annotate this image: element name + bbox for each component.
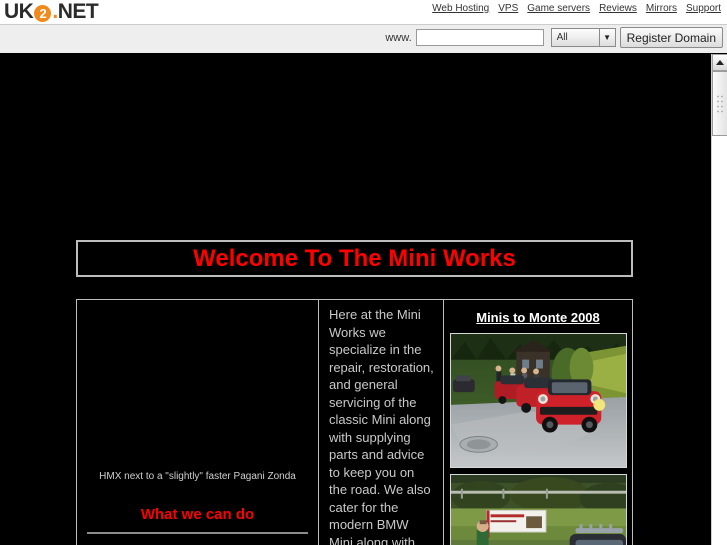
divider	[87, 532, 308, 534]
nav-link-web-hosting[interactable]: Web Hosting	[432, 3, 489, 14]
right-column: Minis to Monte 2008	[444, 299, 633, 545]
vertical-scrollbar[interactable]	[711, 54, 727, 545]
minis-to-monte-heading: Minis to Monte 2008	[476, 310, 600, 325]
browser-page: UK 2 . NET Web Hosting VPS Game servers …	[0, 0, 727, 545]
tld-select[interactable]: All	[550, 28, 599, 47]
mini-meet-photo	[449, 474, 627, 545]
nav-link-support[interactable]: Support	[686, 3, 721, 14]
hmx-zonda-photo	[77, 300, 318, 468]
arrow-up-icon	[716, 60, 724, 65]
scrollbar-grip-icon	[716, 94, 725, 114]
www-prefix-label: www.	[385, 31, 412, 44]
content-layout-table: HMX next to a "slightly" faster Pagani Z…	[76, 299, 633, 545]
banner-top-row: UK 2 . NET Web Hosting VPS Game servers …	[0, 0, 727, 24]
welcome-banner: Welcome To The Mini Works	[76, 240, 633, 277]
logo-suffix: NET	[57, 0, 99, 23]
scrollbar-thumb[interactable]	[712, 71, 727, 136]
uk2net-logo[interactable]: UK 2 . NET	[4, 0, 99, 24]
nav-link-mirrors[interactable]: Mirrors	[646, 3, 677, 14]
intro-paragraph: Here at the Mini Works we specialize in …	[329, 307, 434, 545]
nav-link-reviews[interactable]: Reviews	[599, 3, 637, 14]
globe-icon: 2	[34, 4, 52, 22]
left-column: HMX next to a "slightly" faster Pagani Z…	[76, 299, 319, 545]
register-domain-button[interactable]: Register Domain	[619, 27, 723, 48]
minis-to-monte-photo	[449, 333, 627, 468]
banner-nav: Web Hosting VPS Game servers Reviews Mir…	[432, 3, 721, 14]
domain-search-form: www. All ▼ Register Domain	[385, 27, 723, 48]
middle-column: Here at the Mini Works we specialize in …	[319, 299, 444, 545]
site-content: Welcome To The Mini Works HMX next to a …	[0, 54, 711, 545]
what-we-can-do-heading: What we can do	[140, 506, 255, 523]
scroll-up-button[interactable]	[712, 54, 727, 71]
hmx-zonda-photo-caption: HMX next to a "slightly" faster Pagani Z…	[99, 471, 296, 482]
domain-name-input[interactable]	[415, 29, 544, 46]
page-title: Welcome To The Mini Works	[193, 244, 516, 272]
tld-select-group[interactable]: All ▼	[550, 28, 616, 47]
mini-meet-photo-image	[450, 475, 626, 545]
scrollbar-track[interactable]	[712, 71, 727, 545]
nav-link-vps[interactable]: VPS	[498, 3, 518, 14]
chevron-down-icon[interactable]: ▼	[598, 28, 616, 47]
nav-link-game-servers[interactable]: Game servers	[527, 3, 590, 14]
minis-to-monte-photo-image	[450, 334, 626, 467]
logo-prefix: UK	[4, 0, 34, 23]
banner-search-row: www. All ▼ Register Domain	[0, 24, 727, 53]
uk2net-host-banner: UK 2 . NET Web Hosting VPS Game servers …	[0, 0, 727, 53]
